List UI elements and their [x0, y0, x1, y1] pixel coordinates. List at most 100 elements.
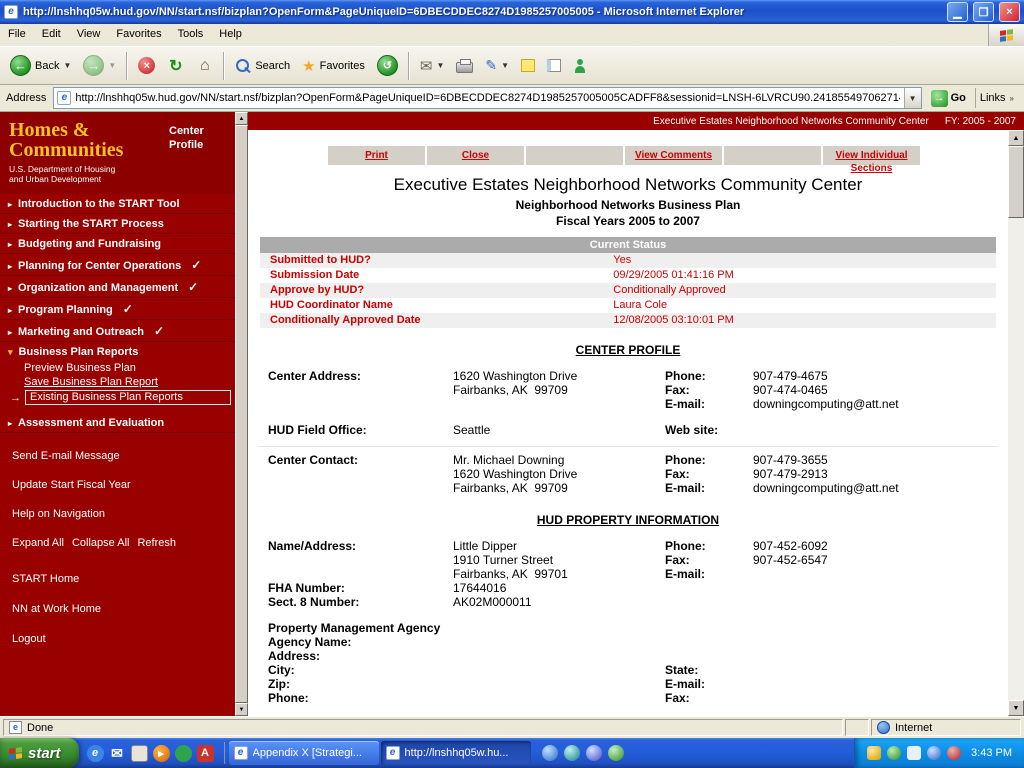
- print-page-button[interactable]: Print: [328, 146, 425, 165]
- sidebar-link-help-navigation[interactable]: Help on Navigation: [0, 508, 235, 520]
- volume-icon[interactable]: [927, 746, 941, 760]
- address-input[interactable]: [75, 92, 899, 104]
- shortcut-icon[interactable]: [586, 745, 602, 761]
- media-player-icon[interactable]: ▸: [153, 745, 170, 762]
- network-icon[interactable]: [907, 746, 921, 760]
- sidebar-subitem-preview-business-plan[interactable]: Preview Business Plan: [0, 361, 235, 375]
- sidebar-item-introduction[interactable]: ▸ Introduction to the START Tool: [0, 194, 235, 214]
- scrollbar-thumb[interactable]: [1008, 146, 1024, 218]
- discuss-button[interactable]: [516, 50, 540, 82]
- search-button[interactable]: Search: [230, 50, 295, 82]
- research-button[interactable]: [542, 50, 566, 82]
- update-icon[interactable]: [887, 746, 901, 760]
- scroll-up-icon[interactable]: ▲: [235, 112, 248, 125]
- menu-favorites[interactable]: Favorites: [108, 24, 169, 46]
- sidebar-item-starting[interactable]: ▸ Starting the START Process: [0, 214, 235, 234]
- messenger-quick-launch-icon[interactable]: [175, 745, 192, 762]
- sidebar-link-expand-all[interactable]: Expand All: [12, 537, 64, 549]
- messenger-button[interactable]: [568, 50, 592, 82]
- menu-view[interactable]: View: [69, 24, 109, 46]
- sidebar-item-budgeting[interactable]: ▸ Budgeting and Fundraising: [0, 234, 235, 254]
- go-button[interactable]: → Go: [927, 90, 970, 107]
- security-shield-icon[interactable]: [867, 746, 881, 760]
- scroll-down-icon[interactable]: ▼: [1008, 700, 1024, 716]
- favorites-button[interactable]: ★ Favorites: [297, 50, 370, 82]
- close-button[interactable]: ×: [999, 2, 1020, 22]
- mail-button[interactable]: ✉ ▼: [415, 50, 450, 82]
- sidebar-subitem-existing-business-plan-reports[interactable]: → Existing Business Plan Reports: [0, 389, 235, 407]
- go-label: Go: [951, 92, 966, 104]
- refresh-button[interactable]: ↻: [162, 50, 189, 82]
- start-button[interactable]: start: [0, 738, 79, 768]
- print-button[interactable]: [451, 50, 478, 82]
- mail-dropdown-icon[interactable]: ▼: [436, 61, 444, 70]
- menu-file[interactable]: File: [0, 24, 34, 46]
- sidebar-link-send-email[interactable]: Send E-mail Message: [0, 450, 235, 462]
- go-arrow-icon: →: [931, 90, 948, 107]
- banner-fiscal-years: FY: 2005 - 2007: [945, 116, 1016, 127]
- ie-quick-launch-icon[interactable]: e: [87, 745, 104, 762]
- back-dropdown-icon[interactable]: ▼: [63, 61, 71, 70]
- sect8-number-row: Sect. 8 Number: AK02M000011: [248, 595, 1008, 609]
- scrollbar-track[interactable]: [1008, 218, 1024, 700]
- show-desktop-icon[interactable]: [131, 745, 148, 762]
- hud-logo[interactable]: Homes & Communities U.S. Department of H…: [0, 112, 235, 194]
- sidebar-link-start-home[interactable]: START Home: [0, 573, 235, 585]
- sidebar-item-planning[interactable]: ▸ Planning for Center Operations✓: [0, 254, 235, 276]
- menu-help[interactable]: Help: [211, 24, 250, 46]
- sidebar-scrollbar[interactable]: ▲ ▼: [235, 112, 248, 716]
- scrollbar-thumb[interactable]: [235, 125, 248, 703]
- bullet-arrow-icon: ▸: [8, 240, 12, 249]
- sidebar-link-nn-at-work-home[interactable]: NN at Work Home: [0, 603, 235, 615]
- close-page-button[interactable]: Close: [427, 146, 524, 165]
- dept-line1: U.S. Department of Housing: [9, 164, 229, 174]
- sidebar-item-assessment[interactable]: ▸ Assessment and Evaluation: [0, 413, 235, 433]
- security-zone-panel: Internet: [871, 719, 1021, 736]
- forward-button[interactable]: → ▼: [78, 50, 121, 82]
- pma-row: Zip: E-mail:: [248, 677, 1008, 691]
- acrobat-quick-launch-icon[interactable]: A: [197, 745, 214, 762]
- stop-button[interactable]: ×: [133, 50, 160, 82]
- view-individual-sections-button[interactable]: View Individual Sections: [823, 146, 920, 165]
- restore-button[interactable]: ❐: [973, 2, 994, 22]
- view-comments-button[interactable]: View Comments: [625, 146, 722, 165]
- home-button[interactable]: ⌂: [191, 50, 218, 82]
- sidebar-link-collapse-all[interactable]: Collapse All: [72, 537, 129, 549]
- menu-edit[interactable]: Edit: [34, 24, 69, 46]
- sidebar-item-organization[interactable]: ▸ Organization and Management✓: [0, 276, 235, 298]
- scroll-down-icon[interactable]: ▼: [235, 703, 248, 716]
- discuss-note-icon: [521, 59, 535, 72]
- fiscal-years: Fiscal Years 2005 to 2007: [248, 214, 1008, 228]
- minimize-button[interactable]: ▁: [947, 2, 968, 22]
- outlook-quick-launch-icon[interactable]: ✉: [109, 745, 126, 762]
- toolbar-separator: [223, 52, 225, 80]
- antivirus-icon[interactable]: [947, 746, 961, 760]
- expanded-triangle-icon: ▾: [8, 347, 13, 358]
- edit-dropdown-icon[interactable]: ▼: [501, 61, 509, 70]
- sidebar-link-logout[interactable]: Logout: [0, 633, 235, 645]
- center-banner: Executive Estates Neighborhood Networks …: [248, 112, 1024, 130]
- links-toolbar[interactable]: Links »: [975, 88, 1020, 108]
- shortcut-icon[interactable]: [608, 745, 624, 761]
- menu-tools[interactable]: Tools: [170, 24, 212, 46]
- address-field[interactable]: e ▼: [53, 87, 921, 109]
- sidebar-link-refresh[interactable]: Refresh: [137, 537, 176, 549]
- sidebar-item-business-plan-reports[interactable]: ▾ Business Plan Reports: [0, 342, 235, 361]
- sidebar-link-update-fiscal-year[interactable]: Update Start Fiscal Year: [0, 479, 235, 491]
- sidebar-subitem-save-business-plan-report[interactable]: Save Business Plan Report: [0, 375, 235, 389]
- back-button[interactable]: ← Back ▼: [5, 50, 76, 82]
- shortcut-icon[interactable]: [542, 745, 558, 761]
- menu-bar: File Edit View Favorites Tools Help: [0, 24, 1024, 47]
- scroll-up-icon[interactable]: ▲: [1008, 130, 1024, 146]
- history-button[interactable]: ↺: [372, 50, 403, 82]
- address-dropdown-icon[interactable]: ▼: [904, 88, 921, 108]
- ie-task-icon: e: [234, 746, 248, 760]
- sidebar-item-marketing[interactable]: ▸ Marketing and Outreach✓: [0, 320, 235, 342]
- blank-button: [526, 146, 623, 165]
- task-button-current-page[interactable]: e http://lnshhq05w.hu...: [381, 741, 531, 765]
- sidebar-item-program-planning[interactable]: ▸ Program Planning✓: [0, 298, 235, 320]
- shortcut-icon[interactable]: [564, 745, 580, 761]
- task-button-appendix[interactable]: e Appendix X [Strategi...: [229, 741, 379, 765]
- edit-button[interactable]: ✎ ▼: [480, 50, 514, 82]
- page-scrollbar[interactable]: ▲ ▼: [1008, 130, 1024, 716]
